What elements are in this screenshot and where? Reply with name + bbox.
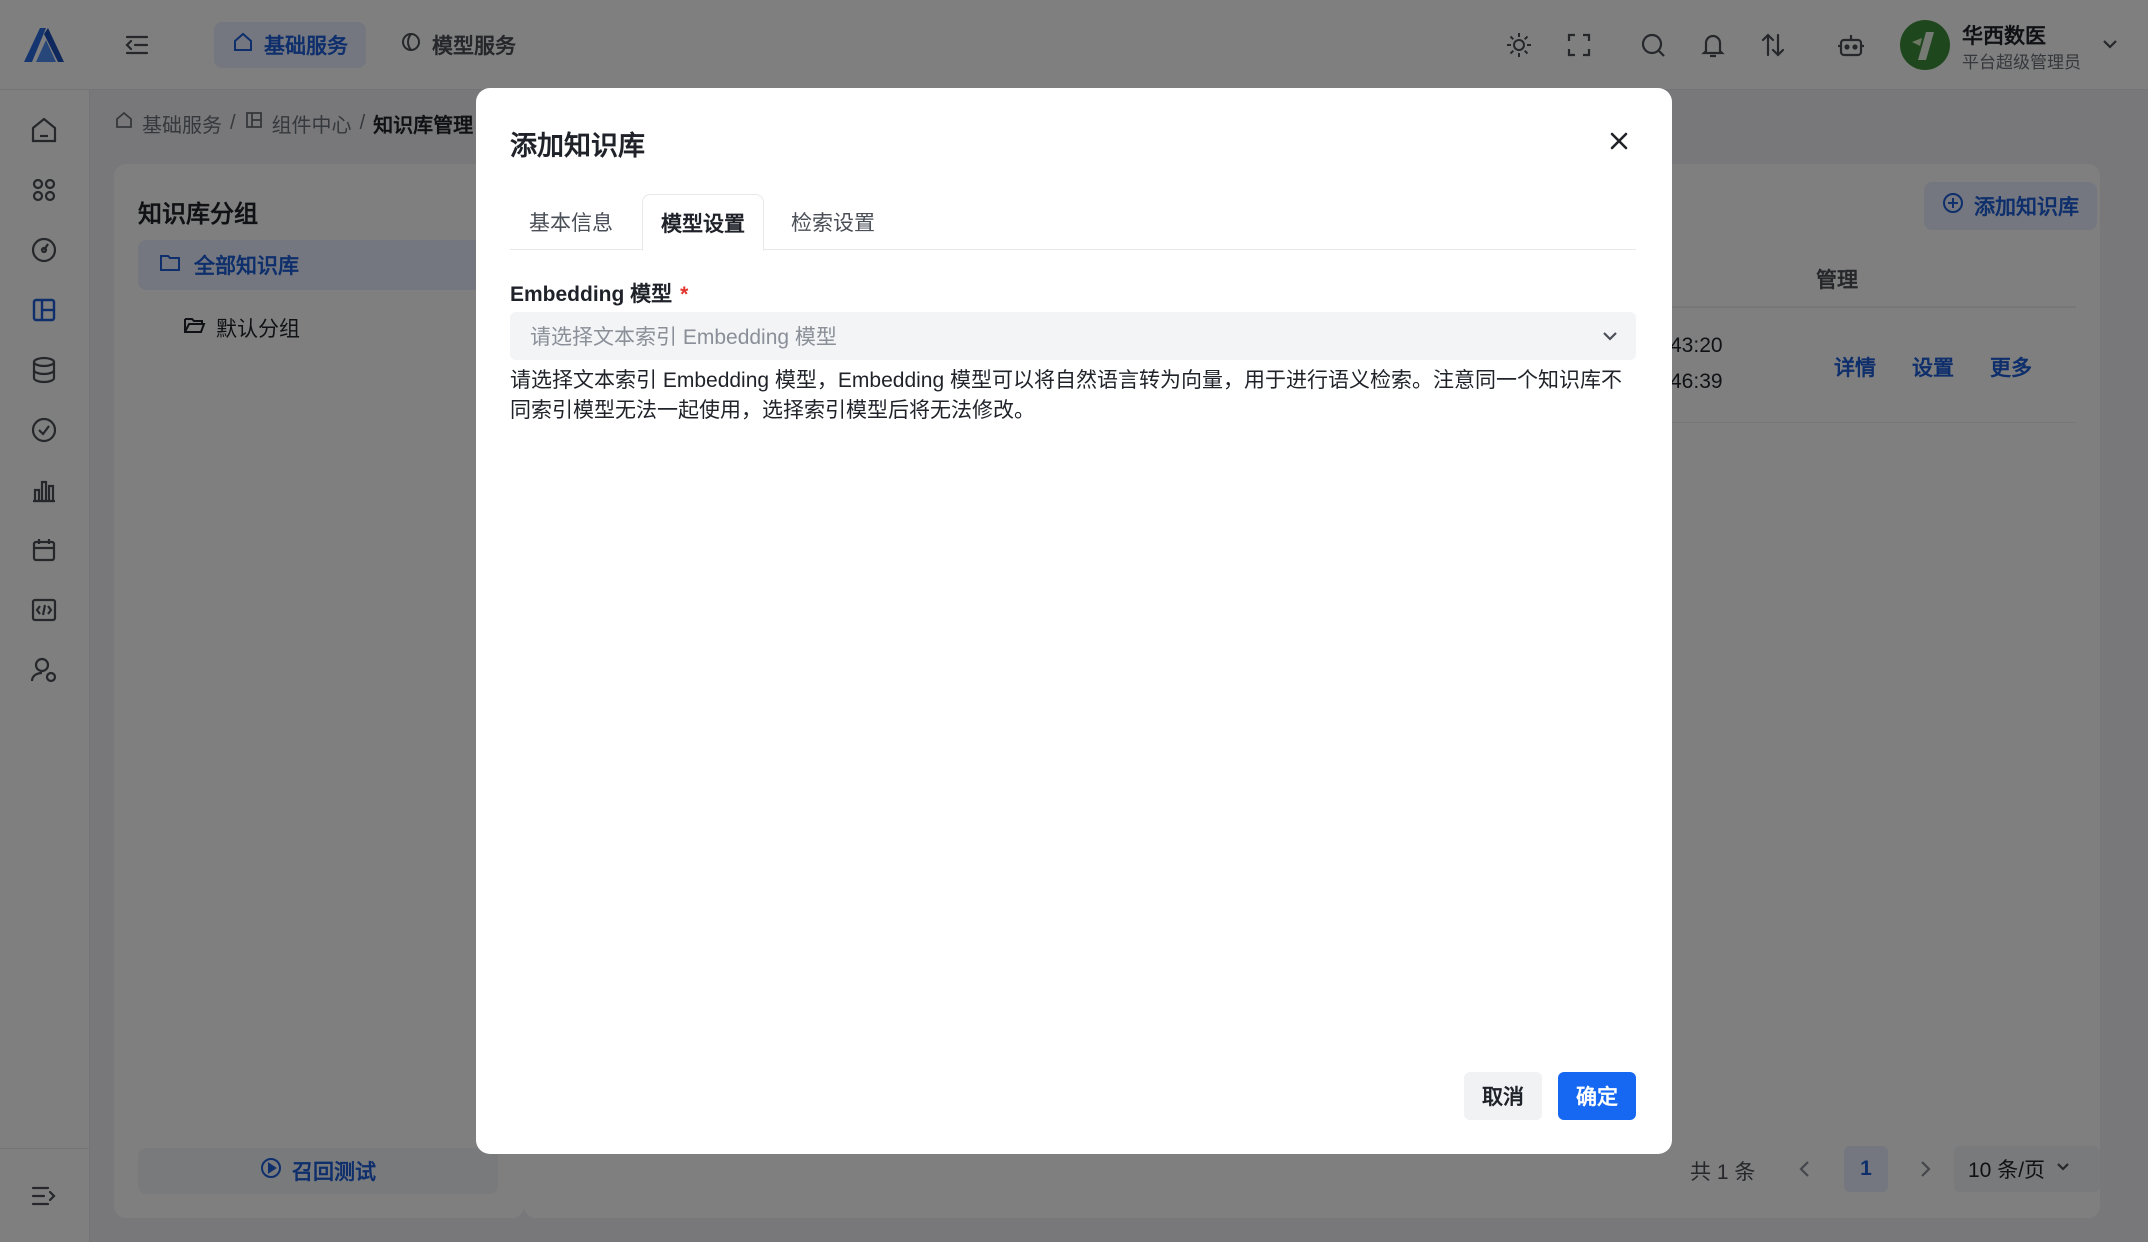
required-mark: * bbox=[680, 283, 689, 306]
confirm-button[interactable]: 确定 bbox=[1558, 1072, 1636, 1120]
embedding-model-label: Embedding 模型 * bbox=[510, 278, 688, 308]
tab-retrieval-settings[interactable]: 检索设置 bbox=[772, 194, 894, 250]
embedding-model-help-text: 请选择文本索引 Embedding 模型，Embedding 模型可以将自然语言… bbox=[510, 369, 1622, 422]
dialog-tabs: 基本信息 模型设置 检索设置 bbox=[510, 194, 1636, 251]
tab-basic-info[interactable]: 基本信息 bbox=[510, 194, 632, 250]
chevron-down-icon bbox=[1598, 324, 1622, 348]
dialog-title: 添加知识库 bbox=[510, 131, 645, 161]
tab-model-settings[interactable]: 模型设置 bbox=[642, 194, 764, 251]
cancel-button[interactable]: 取消 bbox=[1464, 1072, 1542, 1120]
embedding-model-select[interactable]: 请选择文本索引 Embedding 模型 bbox=[510, 312, 1636, 360]
add-knowledge-base-dialog: 添加知识库 基本信息 模型设置 检索设置 Embedding 模型 * 请选择文本… bbox=[476, 88, 1672, 1154]
close-icon[interactable] bbox=[1604, 126, 1634, 156]
select-placeholder: 请选择文本索引 Embedding 模型 bbox=[530, 326, 837, 349]
field-label-text: Embedding 模型 bbox=[510, 283, 673, 306]
